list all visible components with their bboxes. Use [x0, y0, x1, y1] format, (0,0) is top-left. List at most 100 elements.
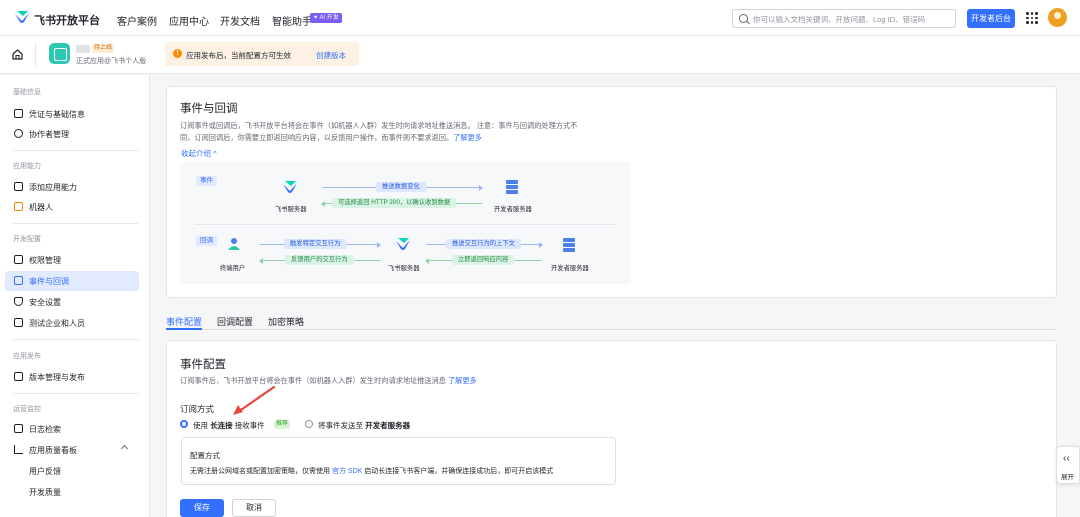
home-icon[interactable] [12, 49, 23, 60]
chevron-up-icon [120, 444, 129, 453]
expand-panel-button[interactable]: ‹‹ 展开 [1056, 446, 1080, 484]
cancel-button[interactable]: 取消 [232, 499, 276, 517]
developer-console-button[interactable]: 开发者后台 [967, 9, 1015, 28]
event-config-description: 订阅事件后，飞书开放平台将会在事件（如机器人入群）发生时向请求地址推送消息 了解… [180, 376, 477, 385]
user-icon [14, 129, 23, 138]
search-input[interactable]: 你可以输入文档关键词、开放问题、Log ID、错误码 [732, 9, 956, 28]
divider [13, 393, 138, 394]
radio-dev-server[interactable] [305, 420, 313, 428]
credential-icon [14, 109, 23, 118]
return-now-pill: 立即返回响应内容 [452, 255, 515, 265]
add-capability-icon [14, 182, 23, 191]
sidebar-item-feedback[interactable]: 用户反馈 [5, 461, 139, 481]
create-version-link[interactable]: 创建版本 [316, 50, 346, 61]
tab-callback-config[interactable]: 回调配置 [217, 315, 253, 328]
sidebar-item-versions[interactable]: 版本管理与发布 [5, 367, 139, 387]
feishu-server-label: 飞书服务器 [388, 265, 420, 272]
nav-link-cases[interactable]: 客户案例 [117, 13, 157, 28]
feishu-server-icon [396, 238, 410, 250]
chart-icon [14, 445, 23, 454]
sidebar-item-security[interactable]: 安全设置 [5, 292, 139, 312]
nav-link-docs[interactable]: 开发文档 [220, 13, 260, 28]
divider [13, 150, 138, 151]
sidebar-item-add-capability[interactable]: 添加应用能力 [5, 177, 139, 197]
sidebar-item-bot[interactable]: 机器人 [5, 197, 139, 217]
section-title-capability: 应用能力 [13, 163, 41, 170]
radio-long-connection[interactable] [180, 420, 188, 428]
app-icon [49, 43, 70, 64]
notice-text: 应用发布后，当前配置方可生效 [186, 51, 291, 60]
learn-more-link[interactable]: 了解更多 [453, 133, 482, 142]
test-icon [14, 318, 23, 327]
brand-name[interactable]: 飞书开放平台 [34, 12, 100, 28]
event-tag: 事件 [196, 176, 217, 186]
lock-icon [14, 255, 23, 264]
feishu-logo-icon[interactable] [14, 10, 30, 24]
section-title: 事件配置 [180, 359, 226, 371]
sidebar-item-collaborators[interactable]: 协作者管理 [5, 124, 139, 144]
divider [13, 339, 138, 340]
tab-event-config[interactable]: 事件配置 [166, 315, 202, 328]
feishu-server-label: 飞书服务器 [275, 206, 307, 213]
sidebar-item-permissions[interactable]: 权限管理 [5, 250, 139, 270]
section-title-basic: 基础信息 [13, 89, 41, 96]
official-sdk-link[interactable]: 官方 SDK [332, 468, 362, 475]
subscribe-method-label: 订阅方式 [180, 404, 215, 414]
section-title-monitor: 运营监控 [13, 406, 41, 413]
dev-server-icon [563, 238, 575, 252]
annotation-arrow-icon [233, 385, 276, 415]
robot-icon [14, 202, 23, 211]
return-200-pill: 可选择返回 HTTP 200，以确认收到数据 [332, 198, 457, 208]
event-icon [14, 276, 23, 285]
app-header: 待上线 正式应用@飞书个人版 ! 应用发布后，当前配置方可生效 创建版本 [0, 36, 1080, 74]
search-icon [739, 14, 748, 23]
dev-server-label: 开发者服务器 [494, 206, 532, 213]
callback-tag: 回调 [196, 236, 217, 246]
chevron-double-left-icon: ‹‹ [1063, 453, 1070, 464]
nav-link-assistant[interactable]: 智能助手 [272, 13, 312, 28]
feishu-server-icon [283, 181, 297, 193]
user-avatar[interactable] [1048, 8, 1067, 27]
dev-server-label: 开发者服务器 [551, 265, 589, 272]
dev-server-icon [506, 180, 518, 194]
collapse-intro-link[interactable]: 收起介绍 ^ [181, 148, 217, 159]
divider [194, 224, 617, 225]
learn-more-link[interactable]: 了解更多 [448, 376, 477, 385]
sidebar-item-test-users[interactable]: 测试企业和人员 [5, 313, 139, 333]
tab-active-indicator [166, 328, 202, 330]
section-title-dev-config: 开发配置 [13, 236, 41, 243]
intro-card: 事件与回调 订阅事件或回调后，飞书开放平台将会在事件（如机器人入群）发生时向请求… [166, 86, 1057, 298]
event-config-card: 事件配置 订阅事件后，飞书开放平台将会在事件（如机器人入群）发生时向请求地址推送… [166, 340, 1057, 517]
config-method-desc: 无需注册公网域名或配置加密策略，仅需使用 官方 SDK 启动长连接飞书客户端，并… [190, 468, 554, 475]
search-placeholder: 你可以输入文档关键词、开放问题、Log ID、错误码 [753, 15, 926, 24]
save-button[interactable]: 保存 [180, 499, 224, 517]
option-dev-server-label[interactable]: 将事件发送至 开发者服务器 [318, 420, 410, 431]
shield-icon [14, 297, 23, 306]
apps-grid-icon[interactable] [1026, 12, 1038, 24]
upload-icon [14, 372, 23, 381]
sidebar-item-events[interactable]: 事件与回调 [5, 271, 139, 291]
flow-diagram: 事件 飞书服务器 推送数据变化 可选择返回 HTTP 200，以确认收到数据 开… [180, 162, 631, 284]
tab-encryption[interactable]: 加密策略 [268, 315, 304, 328]
expand-label: 展开 [1061, 474, 1074, 481]
sidebar: 基础信息 凭证与基础信息 协作者管理 应用能力 添加应用能力 机器人 开发配置 … [0, 75, 150, 517]
log-icon [14, 424, 23, 433]
nav-link-app-center[interactable]: 应用中心 [169, 13, 209, 28]
section-title-release: 应用发布 [13, 353, 41, 360]
ai-badge: ✦ AI 开发 [310, 13, 342, 23]
sidebar-item-quality[interactable]: 应用质量看板 [5, 440, 139, 460]
top-navbar: 飞书开放平台 客户案例 应用中心 开发文档 智能助手 ✦ AI 开发 你可以输入… [0, 0, 1080, 36]
app-subtitle: 正式应用@飞书个人版 [76, 58, 147, 65]
publish-notice: ! 应用发布后，当前配置方可生效 创建版本 [165, 42, 359, 66]
option-long-connection-label[interactable]: 使用 长连接 接收事件 [193, 420, 265, 431]
push-context-pill: 推送交互行为的上下文 [446, 239, 521, 249]
sidebar-item-credentials[interactable]: 凭证与基础信息 [5, 104, 139, 124]
end-user-icon [228, 238, 240, 250]
sidebar-item-dev-quality[interactable]: 开发质量 [5, 482, 139, 502]
status-badge: 待上线 [92, 44, 115, 53]
config-method-box: 配置方式 无需注册公网域名或配置加密策略，仅需使用 官方 SDK 启动长连接飞书… [181, 437, 616, 485]
intro-description: 订阅事件或回调后，飞书开放平台将会在事件（如机器人入群）发生时向请求地址推送消息… [180, 121, 578, 142]
config-method-title: 配置方式 [190, 451, 220, 460]
sidebar-item-logs[interactable]: 日志检索 [5, 419, 139, 439]
warning-icon: ! [173, 49, 182, 58]
